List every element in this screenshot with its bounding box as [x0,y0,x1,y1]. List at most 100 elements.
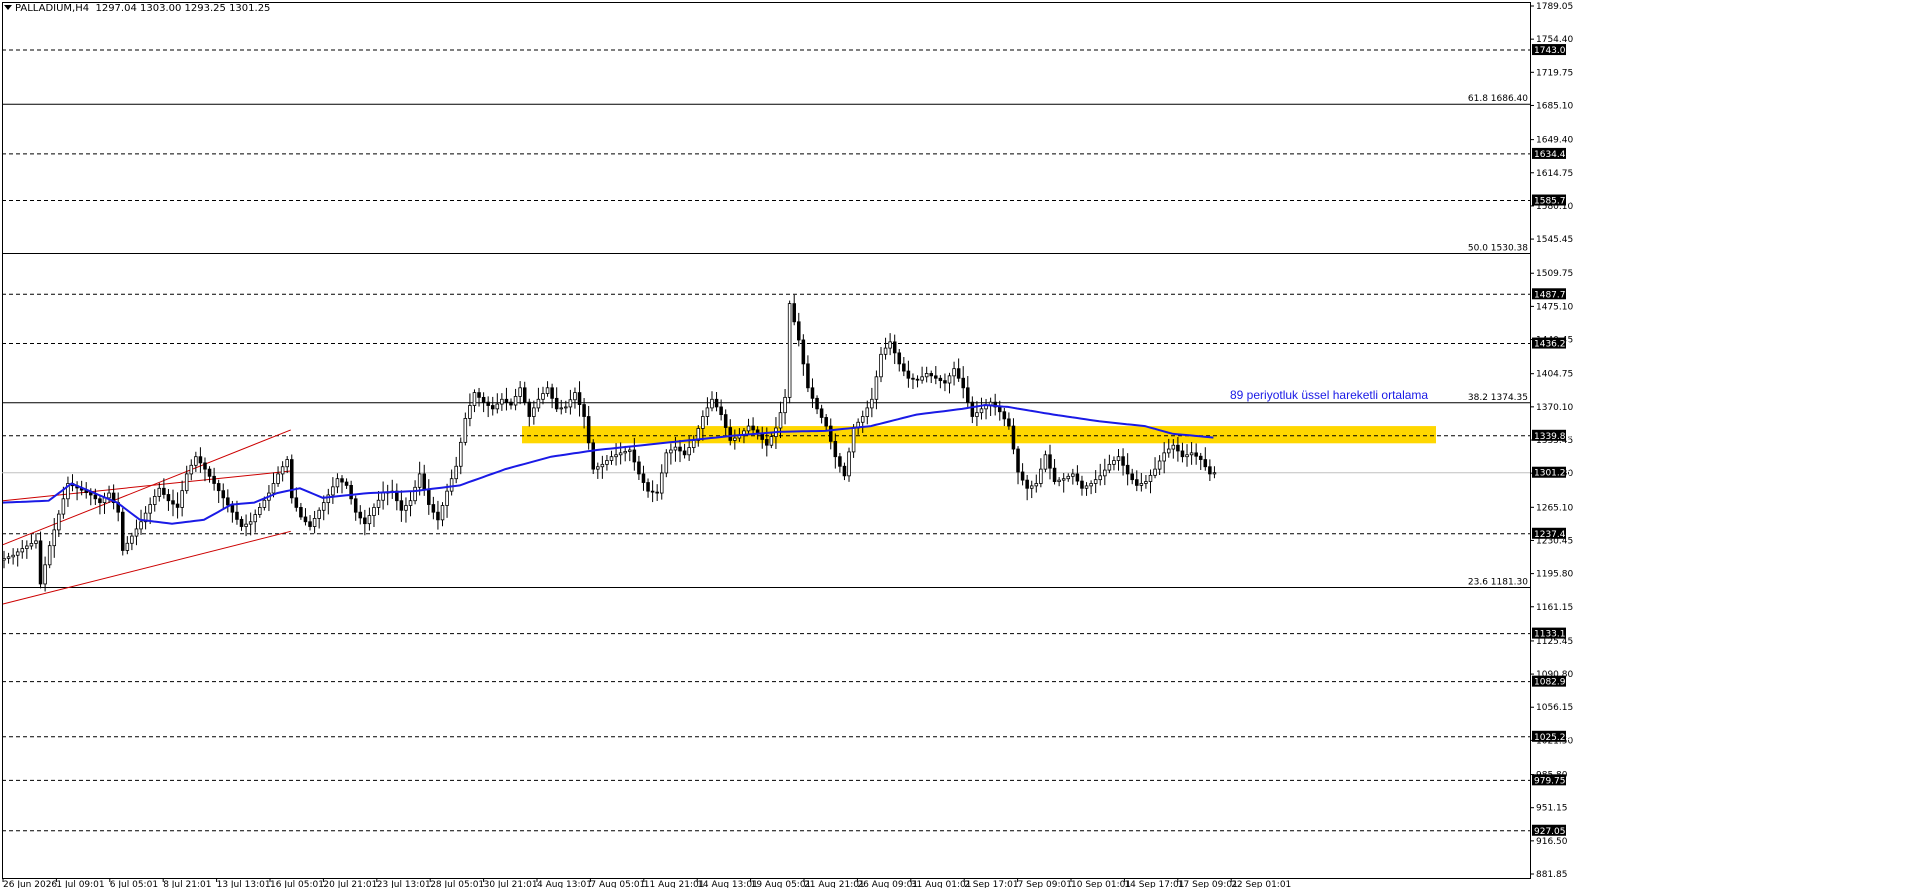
candle-body [194,456,198,466]
x-tick-label: 13 Jul 13:01 [217,880,271,888]
candle-body [614,454,618,458]
candle-body [659,472,664,494]
y-tick-label: 1161.15 [1536,603,1573,613]
candle-body [582,404,586,417]
candle-body [175,503,180,508]
candle-body [253,514,257,523]
y-tick-label: 1685.10 [1536,101,1573,111]
candle-body [628,449,632,452]
candle-body [705,407,710,417]
candle-body [490,405,495,410]
candle-body [938,377,943,382]
candle-body [358,511,363,519]
level-label: 1025.25 [1534,733,1571,743]
x-tick-label: 8 Jul 21:01 [163,880,211,888]
candle-body [180,490,184,508]
candle-body [171,500,175,505]
candle-body [687,447,691,456]
x-tick-label: 16 Jul 05:01 [270,880,324,888]
candle-body [509,401,513,406]
candle-body [244,523,248,527]
candle-body [1007,418,1011,427]
candle-body [1048,454,1052,469]
candle-body [810,387,815,399]
resistance-zone [522,426,1436,444]
candle-body [1125,464,1130,475]
candle-body [120,511,125,551]
candle-body [673,446,678,451]
candle-body [536,398,541,409]
candle-body [454,465,458,480]
level-label: 1436.25 [1534,340,1571,350]
candle-body [57,513,61,531]
candle-body [157,487,162,497]
x-tick-label: 7 Aug 05:01 [590,880,645,888]
candle-body [1198,455,1203,460]
x-tick-label: 19 Aug 05:01 [751,880,812,888]
candle-body [979,408,984,414]
y-tick-label: 1545.45 [1536,235,1573,245]
x-tick-label: 28 Jul 05:01 [430,880,484,888]
candle-body [1075,473,1080,482]
candle-body [449,478,454,492]
candle-body [1016,448,1020,473]
y-tick-label: 951.15 [1536,804,1568,814]
dropdown-triangle-icon[interactable] [4,5,12,10]
candle-body [481,396,486,403]
candle-body [6,556,11,559]
chart-container[interactable]: 1789.05 1754.40 1719.75 1685.10 1649.40 1614.… [0,0,1916,888]
candle-body [166,494,171,502]
level-label: 1487.75 [1534,290,1571,300]
candle-body [600,463,605,468]
candle-body [1203,459,1208,468]
candle-body [568,399,573,408]
candle-body [445,490,449,506]
level-label: 1237.45 [1534,530,1571,540]
candle-body [1011,425,1016,450]
level-label: 1743.00 [1534,46,1571,56]
symbol-label: PALLADIUM,H4 [15,3,90,14]
candle-body [47,545,52,566]
candle-body [655,491,659,494]
channel-line [2,429,291,546]
candle-body [477,392,481,398]
candle-body [1052,467,1057,482]
candle-body [326,494,331,504]
candle-body [847,451,851,477]
candle-body [819,408,824,418]
candle-body [363,517,367,525]
candle-body [34,540,38,544]
candle-body [838,456,842,467]
candle-body [623,451,627,454]
x-tick-label: 30 Jul 21:01 [484,880,538,888]
candle-body [956,368,961,379]
candle-body [1121,456,1125,466]
candle-body [646,482,650,492]
candle-body [20,548,25,553]
y-tick-label: 1614.75 [1536,169,1573,179]
candle-body [1103,469,1107,477]
candle-body [248,521,253,525]
candle-body [381,492,385,501]
candle-body [892,341,897,354]
candle-body [851,427,856,453]
candle-body [25,545,29,549]
candle-body [783,396,787,414]
candle-body [915,378,920,381]
candle-body [870,398,874,409]
x-tick-label: 31 Aug 01:01 [911,880,972,888]
candle-body [189,464,194,475]
candle-body [130,535,134,544]
candle-body [212,475,216,484]
price-chart[interactable]: 1789.05 1754.40 1719.75 1685.10 1649.40 1614.… [0,0,1916,888]
candle-body [801,339,806,365]
candle-body [1116,456,1121,461]
candle-body [1029,485,1034,489]
fib-level-label: 61.8 1686.40 [1468,94,1528,104]
candle-body [701,416,705,429]
y-tick-label: 1195.80 [1536,570,1573,580]
candle-body [1185,454,1189,458]
candle-body [1112,460,1116,465]
candle-body [239,518,244,527]
candle-body [1066,475,1071,480]
